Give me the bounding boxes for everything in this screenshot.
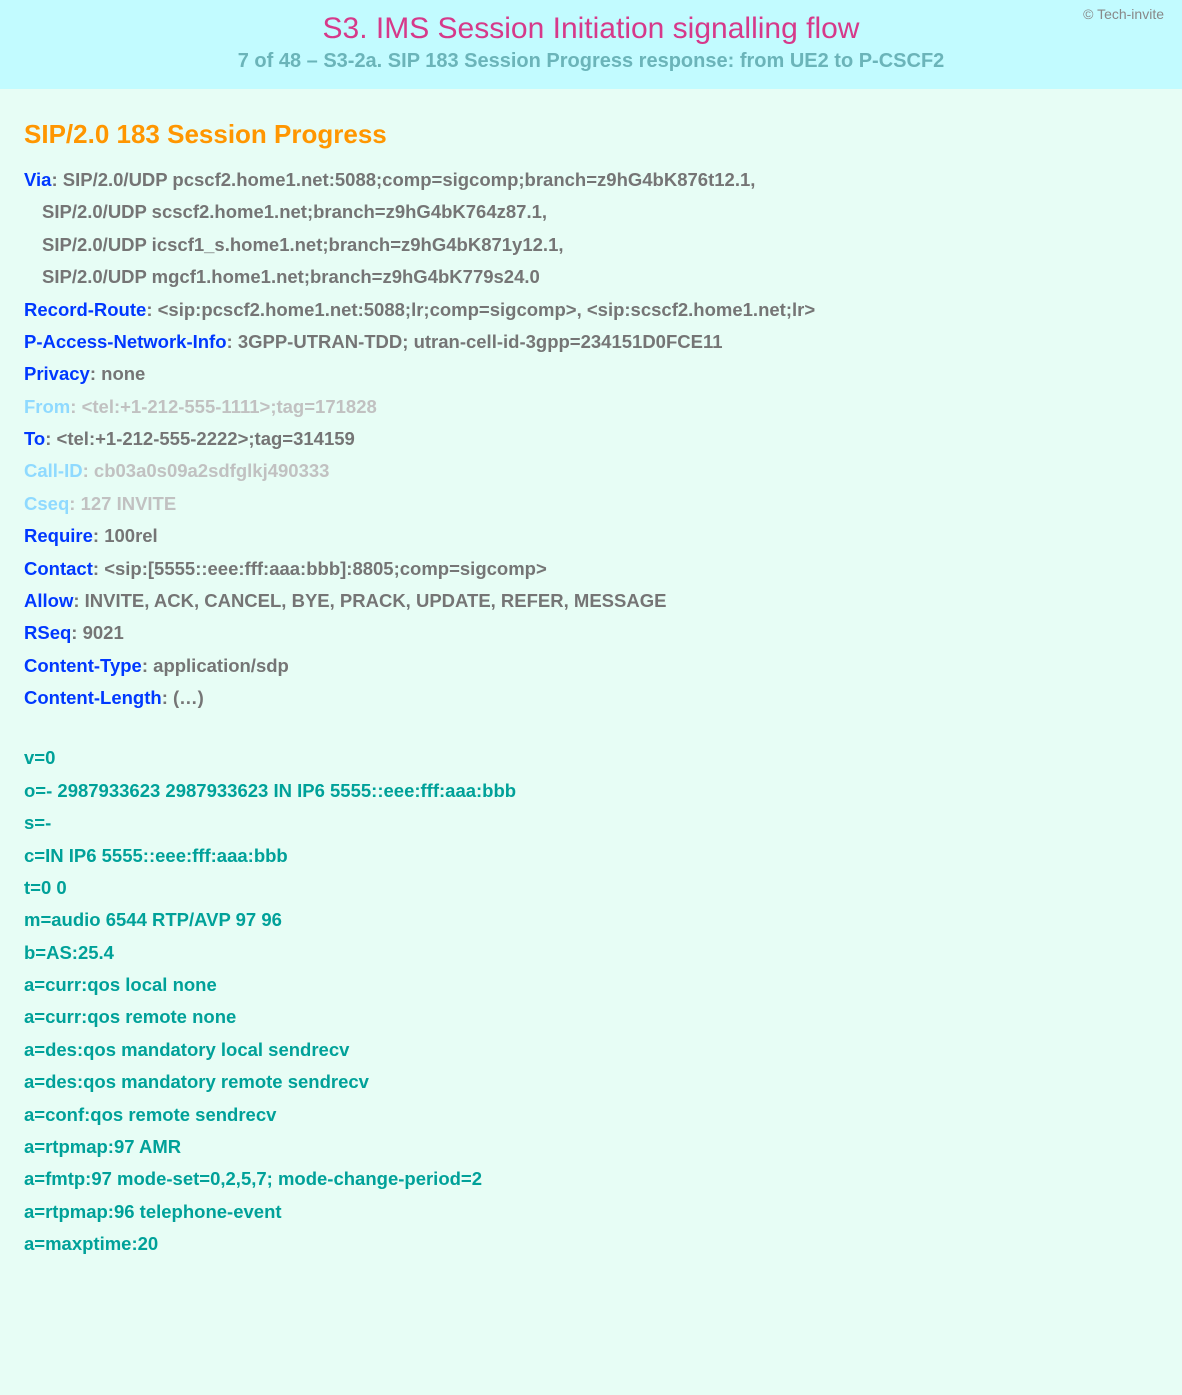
sdp-line: a=fmtp:97 mode-set=0,2,5,7; mode-change-… — [24, 1163, 1158, 1195]
sip-header-continuation: SIP/2.0/UDP mgcf1.home1.net;branch=z9hG4… — [24, 261, 1158, 293]
sdp-line: a=curr:qos remote none — [24, 1001, 1158, 1033]
sip-header-continuation: SIP/2.0/UDP icscf1_s.home1.net;branch=z9… — [24, 229, 1158, 261]
message-body: SIP/2.0 183 Session Progress Via: SIP/2.… — [0, 89, 1182, 1300]
sip-header-continuation: SIP/2.0/UDP scscf2.home1.net;branch=z9hG… — [24, 196, 1158, 228]
sdp-line: a=rtpmap:97 AMR — [24, 1131, 1158, 1163]
sip-header: P-Access-Network-Info: 3GPP-UTRAN-TDD; u… — [24, 326, 1158, 358]
sip-header: Allow: INVITE, ACK, CANCEL, BYE, PRACK, … — [24, 585, 1158, 617]
header-name: Content-Length — [24, 687, 162, 708]
sip-header: Via: SIP/2.0/UDP pcscf2.home1.net:5088;c… — [24, 164, 1158, 196]
sip-header: Require: 100rel — [24, 520, 1158, 552]
header-name: RSeq — [24, 622, 71, 643]
header-name: Call-ID — [24, 460, 83, 481]
sip-header: Content-Type: application/sdp — [24, 650, 1158, 682]
header-name: Record-Route — [24, 299, 146, 320]
sdp-body: v=0o=- 2987933623 2987933623 IN IP6 5555… — [24, 742, 1158, 1260]
header-value: none — [101, 363, 145, 384]
header-value: (…) — [173, 687, 204, 708]
header-value: <sip:pcscf2.home1.net:5088;lr;comp=sigco… — [158, 299, 816, 320]
sdp-line: a=conf:qos remote sendrecv — [24, 1099, 1158, 1131]
header-name: Via — [24, 169, 51, 190]
sdp-line: v=0 — [24, 742, 1158, 774]
header-name: P-Access-Network-Info — [24, 331, 227, 352]
sdp-line: o=- 2987933623 2987933623 IN IP6 5555::e… — [24, 775, 1158, 807]
sdp-line: a=maxptime:20 — [24, 1228, 1158, 1260]
header-value: 100rel — [104, 525, 158, 546]
page-title: S3. IMS Session Initiation signalling fl… — [20, 12, 1162, 46]
sdp-line: b=AS:25.4 — [24, 937, 1158, 969]
sdp-line: a=curr:qos local none — [24, 969, 1158, 1001]
sip-header: Privacy: none — [24, 358, 1158, 390]
sdp-line: a=des:qos mandatory remote sendrecv — [24, 1066, 1158, 1098]
sip-header: To: <tel:+1-212-555-2222>;tag=314159 — [24, 423, 1158, 455]
header-name: Privacy — [24, 363, 90, 384]
sdp-line: s=- — [24, 807, 1158, 839]
sdp-line: c=IN IP6 5555::eee:fff:aaa:bbb — [24, 840, 1158, 872]
sip-headers: Via: SIP/2.0/UDP pcscf2.home1.net:5088;c… — [24, 164, 1158, 714]
header-name: Cseq — [24, 493, 69, 514]
header-value: SIP/2.0/UDP pcscf2.home1.net:5088;comp=s… — [63, 169, 756, 190]
sip-header: RSeq: 9021 — [24, 617, 1158, 649]
sip-header: Record-Route: <sip:pcscf2.home1.net:5088… — [24, 294, 1158, 326]
header-name: To — [24, 428, 45, 449]
sip-status-line: SIP/2.0 183 Session Progress — [24, 119, 1158, 150]
sip-header: Contact: <sip:[5555::eee:fff:aaa:bbb]:88… — [24, 553, 1158, 585]
header-name: Content-Type — [24, 655, 142, 676]
page-subtitle: 7 of 48 – S3-2a. SIP 183 Session Progres… — [20, 50, 1162, 73]
header-name: Contact — [24, 558, 93, 579]
header-value: INVITE, ACK, CANCEL, BYE, PRACK, UPDATE,… — [85, 590, 667, 611]
header-value: <sip:[5555::eee:fff:aaa:bbb]:8805;comp=s… — [104, 558, 547, 579]
header-value: SIP/2.0/UDP scscf2.home1.net;branch=z9hG… — [42, 201, 547, 222]
sip-header: Content-Length: (…) — [24, 682, 1158, 714]
header-value: SIP/2.0/UDP icscf1_s.home1.net;branch=z9… — [42, 234, 564, 255]
header-value: SIP/2.0/UDP mgcf1.home1.net;branch=z9hG4… — [42, 266, 540, 287]
header-value: 9021 — [83, 622, 124, 643]
sip-header: Cseq: 127 INVITE — [24, 488, 1158, 520]
header-name: Require — [24, 525, 93, 546]
header-value: 3GPP-UTRAN-TDD; utran-cell-id-3gpp=23415… — [238, 331, 723, 352]
sdp-line: t=0 0 — [24, 872, 1158, 904]
sdp-line: m=audio 6544 RTP/AVP 97 96 — [24, 904, 1158, 936]
header-name: From — [24, 396, 70, 417]
banner: © Tech-invite S3. IMS Session Initiation… — [0, 0, 1182, 89]
sdp-line: a=rtpmap:96 telephone-event — [24, 1196, 1158, 1228]
sip-header: From: <tel:+1-212-555-1111>;tag=171828 — [24, 391, 1158, 423]
header-value: <tel:+1-212-555-1111>;tag=171828 — [82, 396, 377, 417]
copyright-label: © Tech-invite — [1083, 6, 1164, 22]
header-name: Allow — [24, 590, 73, 611]
sip-header: Call-ID: cb03a0s09a2sdfglkj490333 — [24, 455, 1158, 487]
header-value: 127 INVITE — [81, 493, 177, 514]
header-value: <tel:+1-212-555-2222>;tag=314159 — [57, 428, 355, 449]
header-value: cb03a0s09a2sdfglkj490333 — [94, 460, 330, 481]
sdp-line: a=des:qos mandatory local sendrecv — [24, 1034, 1158, 1066]
header-value: application/sdp — [153, 655, 289, 676]
